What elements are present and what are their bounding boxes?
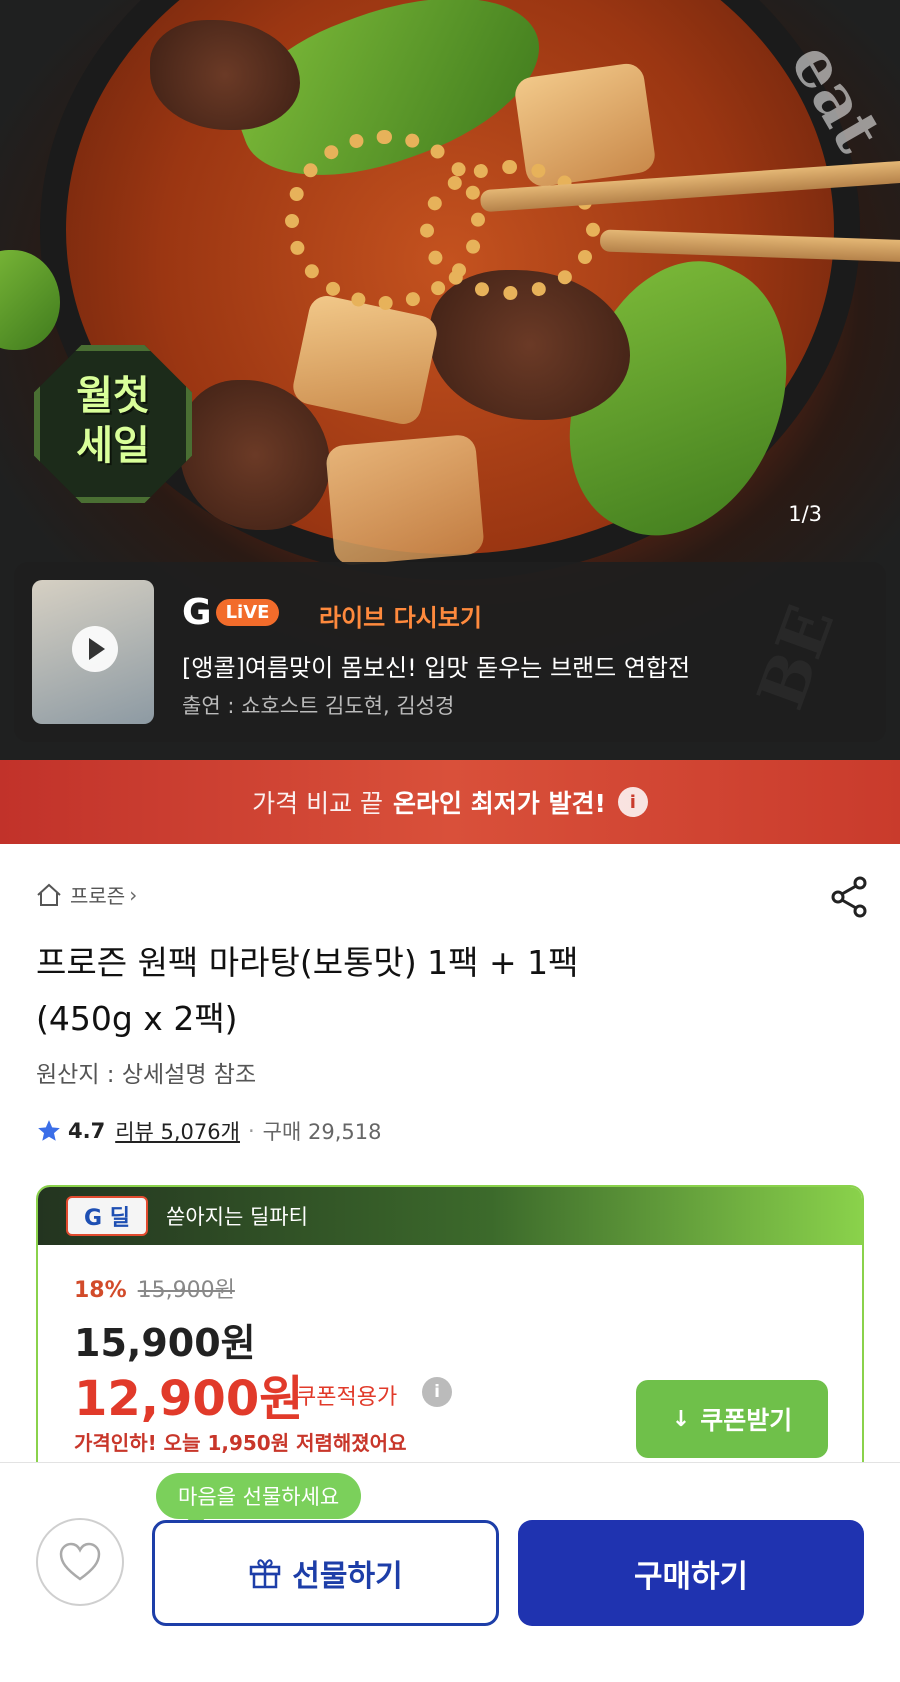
- image-page-counter: 1/3: [788, 502, 822, 526]
- breadcrumb[interactable]: 프로즌 ›: [36, 880, 137, 909]
- get-coupon-button[interactable]: ↓ 쿠폰받기: [636, 1380, 828, 1458]
- info-icon[interactable]: i: [422, 1377, 452, 1407]
- play-icon[interactable]: [72, 626, 118, 672]
- gift-button[interactable]: 선물하기: [152, 1520, 499, 1626]
- promo-text-light: 가격 비교 끝: [252, 789, 384, 818]
- share-icon[interactable]: [828, 875, 870, 919]
- gift-button-label: 선물하기: [292, 1559, 403, 1594]
- discount-percent: 18%: [74, 1278, 127, 1303]
- star-icon: [38, 1120, 60, 1141]
- live-replay-label: 라이브 다시보기: [319, 604, 482, 632]
- rating-row: 4.7 리뷰 5,076개 · 구매 29,518: [36, 1116, 381, 1146]
- glive-logo: G LiVE: [182, 592, 280, 633]
- product-title-line1: 프로즌 원팩 마라탕(보통맛) 1팩 + 1팩: [36, 943, 579, 982]
- gdeal-logo: G 딜: [66, 1196, 148, 1236]
- purchase-count: 구매 29,518: [262, 1120, 382, 1144]
- download-icon: ↓: [671, 1406, 691, 1432]
- get-coupon-label: 쿠폰받기: [700, 1406, 793, 1435]
- discount-row: 18% 15,900원: [74, 1272, 235, 1304]
- original-price: 15,900원: [137, 1278, 235, 1303]
- product-title: 프로즌 원팩 마라탕(보통맛) 1팩 + 1팩 (450g x 2팩): [36, 935, 836, 1047]
- bottom-action-bar: 마음을 선물하세요 선물하기 구매하기: [0, 1462, 900, 1682]
- promo-text-strong: 온라인 최저가 발견!: [393, 789, 606, 818]
- wishlist-button[interactable]: [36, 1518, 124, 1606]
- info-icon[interactable]: i: [617, 787, 648, 817]
- heart-icon: [59, 1542, 101, 1581]
- monthly-sale-badge: 월첫 세일: [34, 345, 192, 503]
- coupon-price-label: 쿠폰적용가: [296, 1385, 398, 1410]
- review-link[interactable]: 리뷰 5,076개: [115, 1116, 240, 1146]
- chevron-right-icon: ›: [129, 882, 138, 907]
- glive-logo-g: G: [182, 592, 212, 633]
- deal-header-text: 쏟아지는 딜파티: [166, 1205, 308, 1229]
- tofu-decoration: [325, 433, 485, 567]
- rating-score: 4.7: [68, 1119, 106, 1143]
- glive-logo-pill: LiVE: [215, 599, 280, 626]
- product-image-carousel[interactable]: eat BE 월첫 세일 1/3 G LiVE 라이브 다시보기 [앵콜]여름맞…: [0, 0, 900, 760]
- badge-line1: 월첫: [76, 373, 150, 419]
- gift-icon: [250, 1559, 281, 1589]
- home-icon[interactable]: [36, 883, 62, 907]
- gift-tooltip: 마음을 선물하세요: [156, 1473, 362, 1529]
- live-thumbnail[interactable]: [32, 580, 154, 724]
- noodle-decoration: [420, 160, 600, 300]
- live-replay-card[interactable]: G LiVE 라이브 다시보기 [앵콜]여름맞이 몸보신! 입맛 돋우는 브랜드…: [14, 562, 886, 742]
- deal-party-card: G 딜 쏟아지는 딜파티 18% 15,900원 15,900원 12,900원…: [36, 1185, 864, 1505]
- product-origin: 원산지 : 상세설명 참조: [36, 1062, 257, 1088]
- deal-header: G 딜 쏟아지는 딜파티: [38, 1187, 862, 1245]
- separator-dot: ·: [247, 1119, 255, 1143]
- breadcrumb-category[interactable]: 프로즌: [70, 880, 125, 909]
- badge-line2: 세일: [76, 423, 150, 469]
- live-title[interactable]: [앵콜]여름맞이 몸보신! 입맛 돋우는 브랜드 연합전: [182, 648, 690, 683]
- buy-button[interactable]: 구매하기: [518, 1520, 864, 1626]
- price-drop-notice: 가격인하! 오늘 1,950원 저렴해졌어요: [74, 1431, 407, 1455]
- lowest-price-banner[interactable]: 가격 비교 끝 온라인 최저가 발견! i: [0, 760, 900, 844]
- live-cast: 출연 : 쇼호스트 김도현, 김성경: [182, 694, 455, 718]
- product-title-line2: (450g x 2팩): [36, 999, 238, 1038]
- coupon-price: 12,900원: [74, 1371, 304, 1427]
